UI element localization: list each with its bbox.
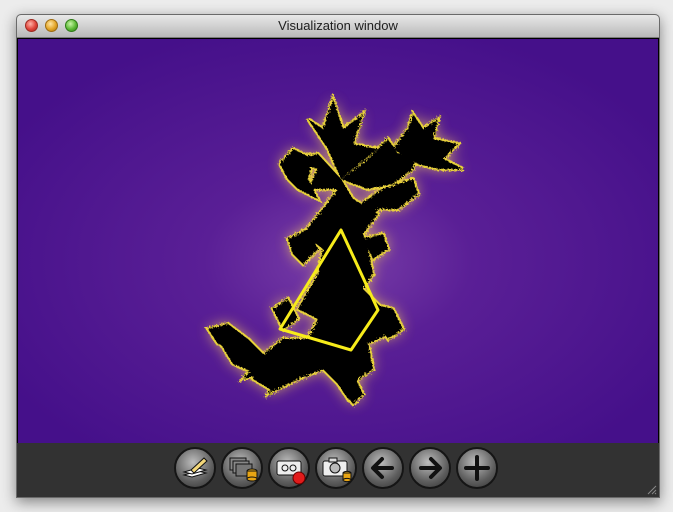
- record-video-icon: [276, 460, 306, 485]
- fractal-render[interactable]: [18, 39, 658, 443]
- camera-save-button[interactable]: [315, 447, 357, 489]
- arrow-left-icon: [371, 457, 394, 479]
- visualization-window: Visualization window: [16, 14, 660, 498]
- previous-button[interactable]: [362, 447, 404, 489]
- layers-export-icon: [229, 457, 258, 482]
- camera-save-icon: [322, 457, 352, 483]
- toolbar: [17, 443, 659, 497]
- resize-grip-icon[interactable]: [645, 483, 657, 495]
- layers-export-button[interactable]: [221, 447, 263, 489]
- edit-button[interactable]: [174, 447, 216, 489]
- add-button[interactable]: [456, 447, 498, 489]
- visualization-canvas[interactable]: [17, 38, 659, 444]
- window-title: Visualization window: [278, 18, 398, 33]
- edit-pencil-icon: [182, 457, 208, 478]
- title-bar[interactable]: Visualization window: [17, 15, 659, 38]
- record-video-button[interactable]: [268, 447, 310, 489]
- next-button[interactable]: [409, 447, 451, 489]
- plus-icon: [464, 455, 490, 481]
- arrow-right-icon: [419, 457, 442, 479]
